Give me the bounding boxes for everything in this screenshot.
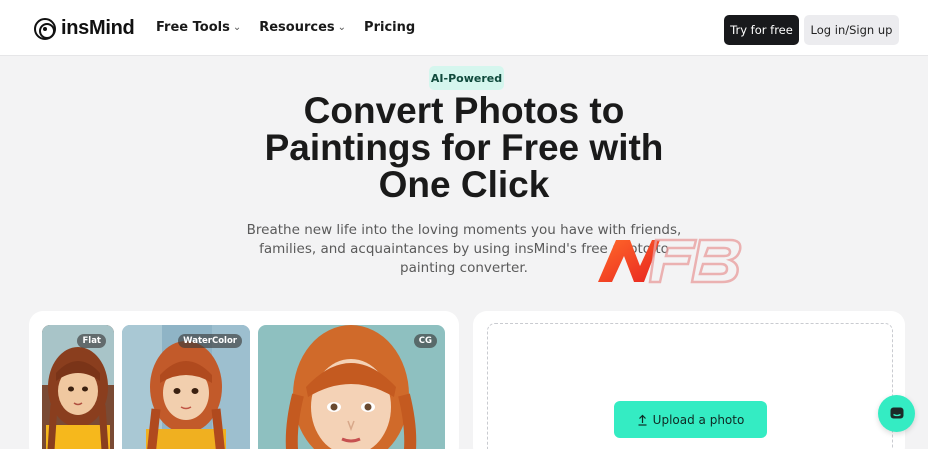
try-for-free-button[interactable]: Try for free	[724, 15, 799, 45]
chat-widget-button[interactable]	[878, 395, 915, 432]
chat-icon	[890, 407, 903, 418]
watermark-logo	[598, 238, 742, 284]
style-tag-watercolor: WaterColor	[178, 334, 242, 348]
style-thumb-flat[interactable]: Flat	[42, 325, 114, 449]
title-line-2: Paintings for Free with	[264, 127, 664, 168]
nav-resources-label: Resources	[259, 20, 335, 35]
brand-logo[interactable]: insMind	[34, 17, 135, 40]
login-signup-button[interactable]: Log in/Sign up	[804, 15, 899, 45]
style-tag-cg: CG	[413, 334, 437, 348]
insmind-logo-icon	[34, 17, 56, 40]
upload-photo-button[interactable]: Upload a photo	[614, 401, 767, 438]
nav-links: Free Tools ⌄ Resources ⌄ Pricing	[156, 20, 415, 35]
chevron-down-icon: ⌄	[337, 22, 347, 33]
nav-pricing[interactable]: Pricing	[364, 20, 415, 35]
page-title: Convert Photos to Paintings for Free wit…	[214, 92, 714, 203]
style-thumb-cg[interactable]: CG	[258, 325, 445, 449]
top-nav: insMind Free Tools ⌄ Resources ⌄ Pricing…	[0, 0, 928, 56]
nav-free-tools[interactable]: Free Tools ⌄	[156, 20, 241, 35]
nav-resources[interactable]: Resources ⌄	[259, 20, 346, 35]
title-line-1: Convert Photos to	[303, 90, 625, 131]
title-line-3: One Click	[378, 164, 550, 205]
chevron-down-icon: ⌄	[232, 22, 242, 33]
upload-photo-label: Upload a photo	[652, 412, 745, 427]
style-samples-card: Flat WaterColor CG	[29, 311, 459, 449]
ai-powered-badge: AI-Powered	[429, 66, 504, 90]
nav-free-tools-label: Free Tools	[156, 20, 230, 35]
nav-pricing-label: Pricing	[364, 20, 416, 35]
upload-icon	[638, 414, 647, 426]
style-tag-flat: Flat	[77, 334, 106, 348]
style-thumb-watercolor[interactable]: WaterColor	[122, 325, 250, 449]
brand-name: insMind	[61, 17, 135, 39]
